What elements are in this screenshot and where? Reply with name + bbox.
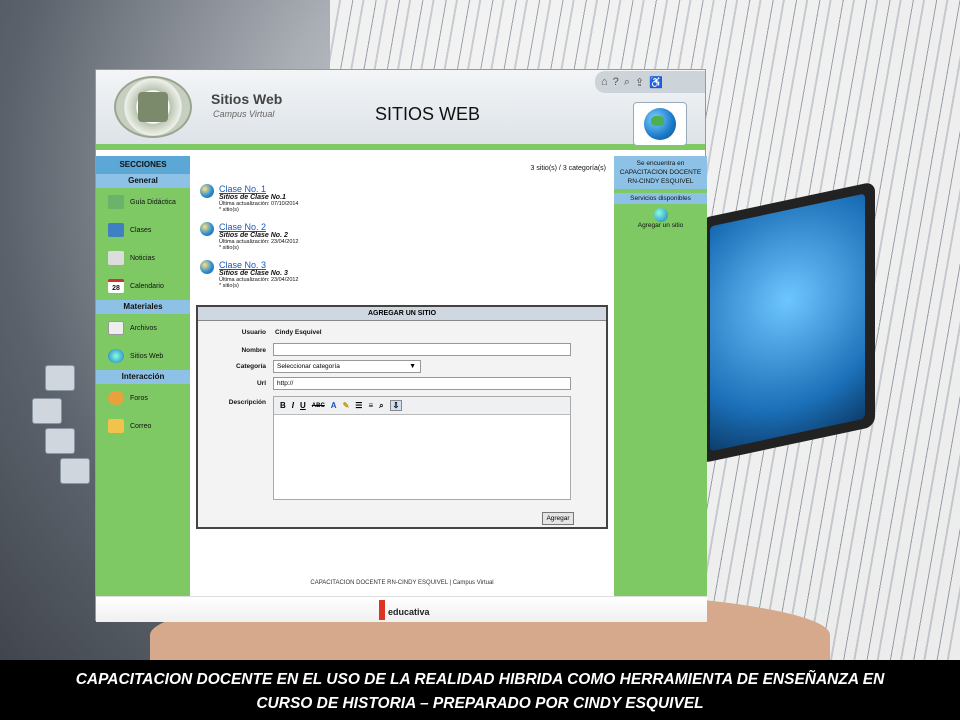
- header: Sitios Web Campus Virtual SITIOS WEB ⌂ ?…: [96, 70, 705, 150]
- background-tablet: [700, 181, 875, 464]
- institution-logo: [114, 76, 192, 138]
- add-button[interactable]: Agregar: [542, 512, 574, 525]
- globe-icon: [200, 260, 214, 274]
- italic-icon[interactable]: I: [292, 401, 294, 410]
- nav-guia-didactica[interactable]: Guía Didáctica: [96, 188, 190, 216]
- caption-line-1: CAPACITACION DOCENTE EN EL USO DE LA REA…: [75, 671, 885, 688]
- site-link[interactable]: Clase No. 3: [219, 260, 299, 270]
- home-icon[interactable]: ⌂: [601, 76, 608, 88]
- materials-header: Materiales: [96, 300, 190, 314]
- help-icon[interactable]: ?: [613, 76, 619, 88]
- nav-archivos[interactable]: Archivos: [96, 314, 190, 342]
- nav-sitios-web[interactable]: Sitios Web: [96, 342, 190, 370]
- mail-icon: [108, 419, 124, 433]
- url-label: Url: [256, 380, 266, 387]
- globe-icon: [644, 108, 676, 140]
- site-link[interactable]: Clase No. 2: [219, 222, 299, 232]
- user-value: Cindy Esquivel: [275, 329, 322, 336]
- add-globe-icon: [653, 208, 668, 222]
- top-toolbar: ⌂ ? ⌕ ⇪ ♿: [595, 71, 705, 93]
- upload-icon[interactable]: ⇪: [635, 76, 644, 89]
- site-link[interactable]: Clase No. 1: [219, 184, 299, 194]
- nav-correo[interactable]: Correo: [96, 412, 190, 440]
- forum-icon: [108, 391, 124, 405]
- caption-line-2: CURSO DE HISTORIA – PREPARADO POR CINDY …: [256, 695, 704, 712]
- list-item: Clase No. 2 Sitios de Clase No. 2 Última…: [200, 222, 299, 251]
- list-item: Clase No. 1 Sitios de Clase No.1 Última …: [200, 184, 299, 213]
- nav-foros[interactable]: Foros: [96, 384, 190, 412]
- interaction-header: Interacción: [96, 370, 190, 384]
- file-icon: [108, 321, 124, 335]
- category-label: Categoría: [236, 363, 266, 370]
- site-name: Sitios Web: [211, 91, 283, 107]
- page-title: SITIOS WEB: [375, 104, 481, 124]
- numbered-list-icon[interactable]: ≡: [368, 401, 373, 410]
- find-icon[interactable]: ⌕: [379, 401, 383, 411]
- category-select[interactable]: Seleccionar categoría ▼: [273, 360, 421, 373]
- nav-clases[interactable]: Clases: [96, 216, 190, 244]
- user-label: Usuario: [241, 329, 266, 336]
- editor-toolbar: B I U ABC A ✎ ☰ ≡ ⌕ ⇩: [274, 397, 570, 415]
- add-site-link[interactable]: Agregar un sitio: [614, 208, 707, 229]
- description-label: Descripción: [228, 399, 266, 406]
- news-icon: [108, 251, 124, 265]
- underline-icon[interactable]: U: [300, 401, 306, 410]
- source-icon[interactable]: ⇩: [389, 400, 403, 411]
- calendar-icon: 28: [108, 279, 124, 293]
- add-site-form: AGREGAR UN SITIO Usuario Cindy Esquivel …: [196, 305, 608, 529]
- location-box: Se encuentra en CAPACITACION DOCENTE RN-…: [614, 156, 707, 189]
- strikethrough-icon[interactable]: ABC: [312, 403, 325, 409]
- nav-calendario[interactable]: 28 Calendario: [96, 272, 190, 300]
- search-icon[interactable]: ⌕: [624, 76, 630, 89]
- sections-header: SECCIONES: [96, 156, 190, 174]
- bold-icon[interactable]: B: [280, 401, 286, 410]
- right-panel: Se encuentra en CAPACITACION DOCENTE RN-…: [614, 156, 707, 596]
- services-header: Servicios disponibles: [614, 193, 707, 204]
- left-sidebar: SECCIONES General Guía Didáctica Clases …: [96, 156, 190, 596]
- slide-caption: CAPACITACION DOCENTE EN EL USO DE LA REA…: [0, 660, 960, 720]
- site-counts: 3 sitio(s) / 3 categoría(s): [530, 165, 606, 172]
- chevron-down-icon: ▼: [409, 363, 416, 370]
- educativa-logo: educativa: [379, 600, 430, 620]
- book-icon: [108, 195, 124, 209]
- nav-noticias[interactable]: Noticias: [96, 244, 190, 272]
- form-title: AGREGAR UN SITIO: [198, 307, 606, 321]
- globe-icon: [108, 349, 124, 363]
- section-globe: [633, 102, 687, 146]
- list-item: Clase No. 3 Sitios de Clase No. 3 Última…: [200, 260, 299, 289]
- main-content: 3 sitio(s) / 3 categoría(s) Clase No. 1 …: [190, 156, 614, 596]
- app-window: Sitios Web Campus Virtual SITIOS WEB ⌂ ?…: [95, 69, 707, 622]
- general-header: General: [96, 174, 190, 188]
- site-subtitle: Campus Virtual: [213, 109, 275, 119]
- highlight-icon[interactable]: ✎: [343, 401, 350, 410]
- url-field[interactable]: http://: [273, 377, 571, 390]
- bullet-list-icon[interactable]: ☰: [355, 401, 362, 410]
- globe-icon: [200, 222, 214, 236]
- bottom-bar: educativa: [96, 596, 707, 622]
- content-footer: CAPACITACION DOCENTE RN-CINDY ESQUIVEL |…: [310, 580, 494, 586]
- accessibility-icon[interactable]: ♿: [649, 76, 663, 89]
- font-color-icon[interactable]: A: [331, 401, 337, 410]
- description-editor[interactable]: B I U ABC A ✎ ☰ ≡ ⌕ ⇩: [273, 396, 571, 500]
- globe-icon: [200, 184, 214, 198]
- name-label: Nombre: [241, 347, 266, 354]
- classes-icon: [108, 223, 124, 237]
- name-field[interactable]: [273, 343, 571, 356]
